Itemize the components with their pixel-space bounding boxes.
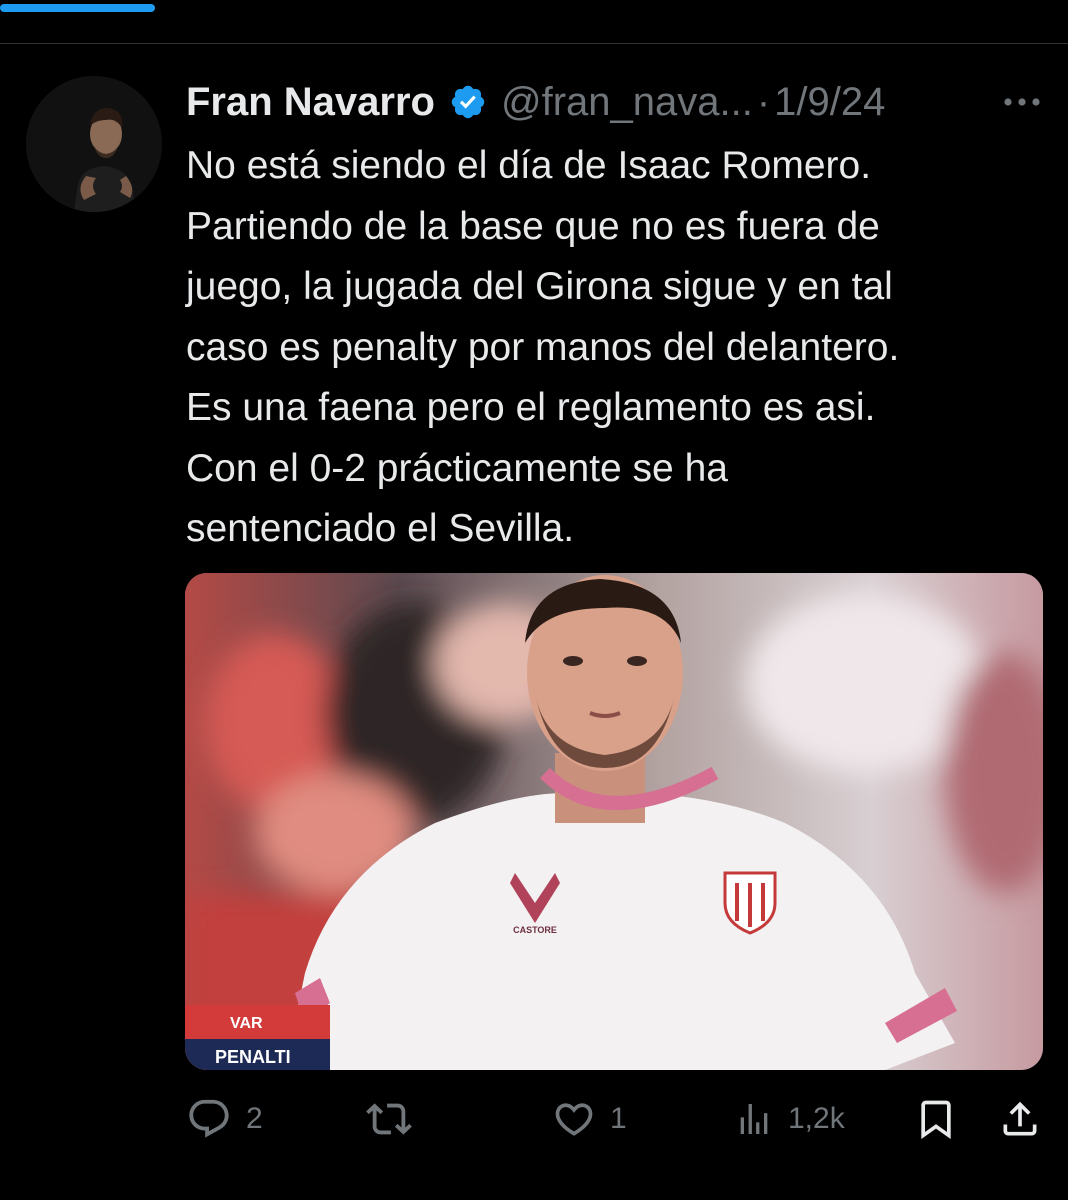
- verified-badge-icon[interactable]: [449, 83, 487, 121]
- header-separator: ·: [756, 79, 771, 124]
- tweet-header: Fran Navarro @fran_nava... · 1/9/24: [186, 74, 1046, 130]
- media-progress-bar: [0, 4, 1068, 14]
- reply-count: 2: [246, 1102, 263, 1135]
- repost-icon: [366, 1103, 412, 1135]
- bookmark-button[interactable]: [914, 1094, 958, 1144]
- tweet-text: No está siendo el día de Isaac Romero. P…: [186, 136, 1046, 560]
- like-button[interactable]: 1: [552, 1094, 627, 1144]
- media-photo: CASTORE VAR PENALTI: [185, 573, 1043, 1070]
- author-avatar[interactable]: [26, 76, 162, 212]
- tweet-media-image[interactable]: CASTORE VAR PENALTI: [185, 573, 1043, 1070]
- tweet-text-line: juego, la jugada del Girona sigue y en t…: [186, 265, 893, 308]
- heart-icon: [555, 1103, 593, 1136]
- views-chart-icon: [740, 1104, 768, 1134]
- author-display-name[interactable]: Fran Navarro: [186, 80, 435, 125]
- tweet-card[interactable]: Fran Navarro @fran_nava... · 1/9/24 No e…: [0, 44, 1068, 1200]
- share-icon: [1003, 1101, 1037, 1136]
- avatar-photo: [26, 76, 162, 212]
- reply-button[interactable]: 2: [186, 1094, 263, 1144]
- tweet-text-line: Es una faena pero el reglamento es asi.: [186, 386, 876, 429]
- media-progress-fill: [0, 4, 155, 12]
- like-count: 1: [610, 1102, 627, 1135]
- tweet-text-line: Con el 0-2 prácticamente se ha: [186, 446, 728, 490]
- kit-brand-text: CASTORE: [513, 925, 557, 935]
- tweet-text-line: Partiendo de la base que no es fuera de: [186, 204, 880, 248]
- bookmark-icon: [921, 1100, 951, 1140]
- more-horizontal-icon[interactable]: [998, 84, 1046, 120]
- var-label-text: VAR: [230, 1015, 263, 1032]
- tweet-text-line: No está siendo el día de Isaac Romero.: [186, 144, 872, 187]
- repost-button[interactable]: [366, 1094, 412, 1144]
- share-button[interactable]: [998, 1094, 1042, 1144]
- views-count: 1,2k: [788, 1102, 845, 1135]
- tweet-date[interactable]: 1/9/24: [774, 80, 885, 125]
- author-handle[interactable]: @fran_nava...: [501, 80, 753, 125]
- penalti-label-text: PENALTI: [215, 1047, 291, 1067]
- reply-icon: [189, 1099, 229, 1138]
- tweet-text-line: caso es penalty por manos del delantero.: [186, 325, 900, 369]
- views-button[interactable]: 1,2k: [734, 1094, 845, 1144]
- tweet-text-line: sentenciado el Sevilla.: [186, 507, 575, 550]
- tweet-action-bar: 2 1 1,2k: [186, 1094, 1046, 1144]
